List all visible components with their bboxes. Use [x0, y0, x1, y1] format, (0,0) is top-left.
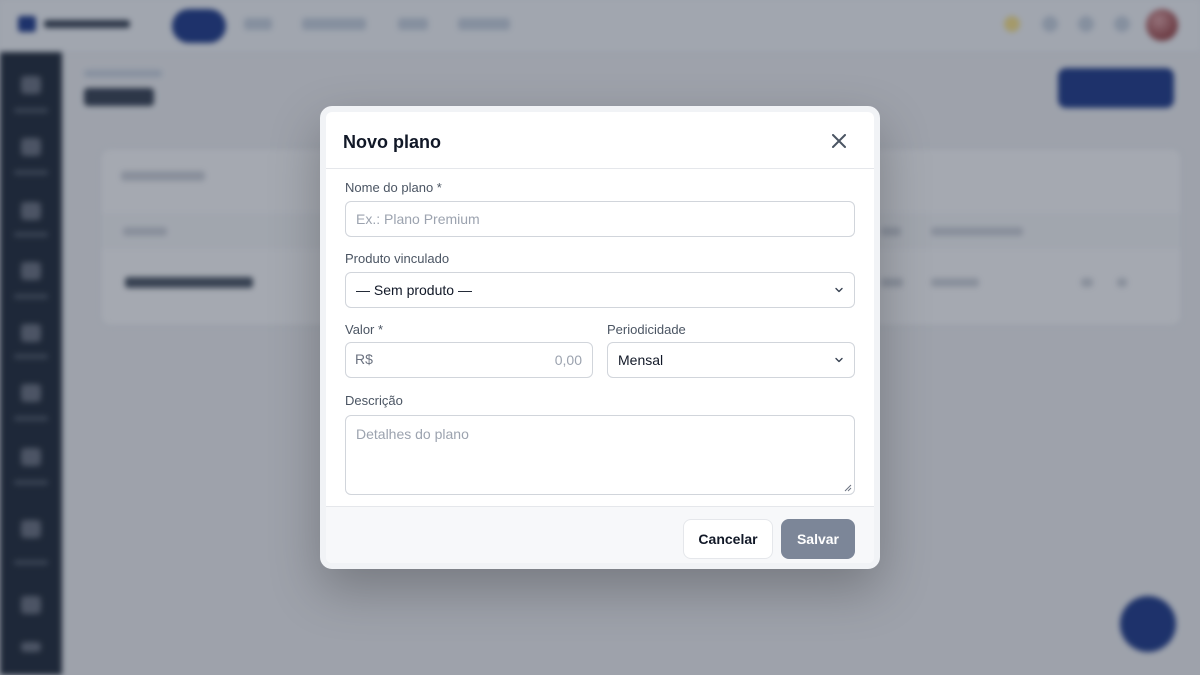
amount-input[interactable]	[345, 342, 593, 378]
amount-field: R$	[345, 342, 593, 378]
cancel-button[interactable]: Cancelar	[683, 519, 773, 559]
description-textarea[interactable]	[345, 415, 855, 495]
new-plan-dialog: Novo plano Nome do plano * Produto vincu…	[320, 106, 880, 569]
save-button[interactable]: Salvar	[781, 519, 855, 559]
plan-name-input[interactable]	[345, 201, 855, 237]
chevron-down-icon	[835, 287, 843, 293]
periodicity-select[interactable]: Mensal	[607, 342, 855, 378]
dialog-title: Novo plano	[343, 132, 441, 152]
dialog-header: Novo plano	[326, 112, 874, 169]
linked-product-selected-value: — Sem produto —	[356, 282, 472, 298]
linked-product-select[interactable]: — Sem produto —	[345, 272, 855, 308]
currency-prefix: R$	[355, 351, 373, 367]
linked-product-label: Produto vinculado	[345, 251, 450, 266]
periodicity-selected-value: Mensal	[618, 352, 664, 368]
amount-label: Valor *	[345, 322, 384, 337]
description-label: Descrição	[345, 393, 403, 408]
close-icon	[832, 134, 846, 148]
periodicity-label: Periodicidade	[607, 322, 686, 337]
dialog-footer: Cancelar Salvar	[326, 506, 874, 563]
resize-handle-icon[interactable]	[844, 484, 852, 492]
plan-name-label: Nome do plano *	[345, 180, 442, 195]
chevron-down-icon	[835, 357, 843, 363]
close-button[interactable]	[828, 130, 850, 152]
description-field	[345, 415, 855, 495]
